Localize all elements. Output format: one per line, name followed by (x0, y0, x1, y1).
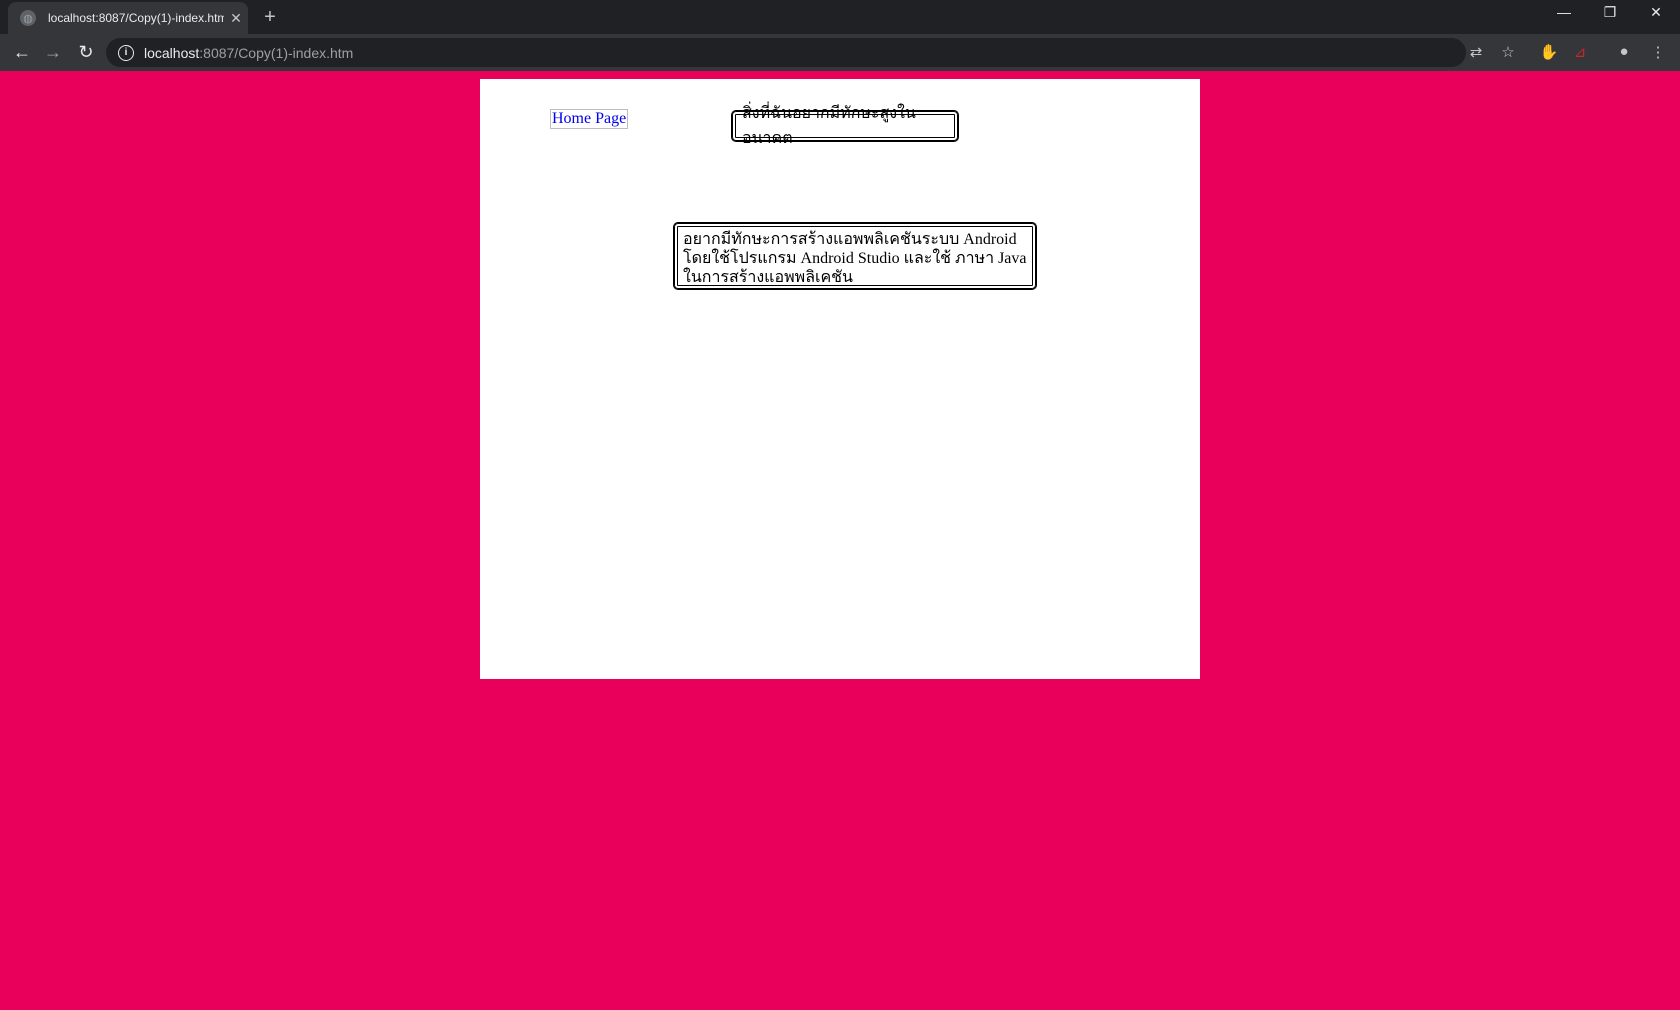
globe-icon: ◍ (20, 10, 36, 26)
minimize-icon[interactable]: — (1544, 4, 1584, 20)
forward-arrow-icon[interactable]: → (41, 42, 65, 63)
kebab-menu-icon[interactable]: ⋮ (1648, 43, 1668, 61)
page-title: สิ่งที่ฉันอยากมีทักษะสูงในอนาคต (732, 105, 958, 147)
tab-title: localhost:8087/Copy(1)-index.htm (48, 11, 224, 25)
url-host: localhost (144, 44, 200, 61)
url-path: :8087/Copy(1)-index.htm (199, 44, 354, 61)
browser-tab-bar: ◍ localhost:8087/Copy(1)-index.htm ✕ + —… (0, 0, 1680, 34)
avatar-icon[interactable]: ● (1614, 43, 1634, 60)
pdf-icon[interactable]: ⊿ (1570, 43, 1590, 61)
translate-icon[interactable]: ⇄ (1466, 43, 1486, 61)
address-bar[interactable]: i localhost:8087/Copy(1)-index.htm (106, 38, 1466, 67)
browser-tab[interactable]: ◍ localhost:8087/Copy(1)-index.htm ✕ (8, 2, 248, 34)
browser-toolbar: ← → ↻ i localhost:8087/Copy(1)-index.htm… (0, 34, 1680, 71)
window-close-icon[interactable]: ✕ (1636, 4, 1676, 21)
reload-icon[interactable]: ↻ (74, 42, 98, 63)
info-icon[interactable]: i (118, 44, 134, 61)
description-box: อยากมีทักษะการสร้างแอพพลิเคชันระบบ Andro… (674, 223, 1036, 289)
adblock-icon[interactable]: ✋ (1539, 43, 1559, 61)
page-content: Home Page สิ่งที่ฉันอยากมีทักษะสูงในอนาค… (480, 79, 1200, 679)
restore-icon[interactable]: ❐ (1590, 4, 1630, 21)
close-icon[interactable]: ✕ (228, 10, 244, 27)
plus-icon[interactable]: + (260, 6, 280, 29)
star-icon[interactable]: ☆ (1498, 43, 1518, 61)
back-arrow-icon[interactable]: ← (10, 42, 34, 63)
home-page-link[interactable]: Home Page (550, 109, 629, 129)
